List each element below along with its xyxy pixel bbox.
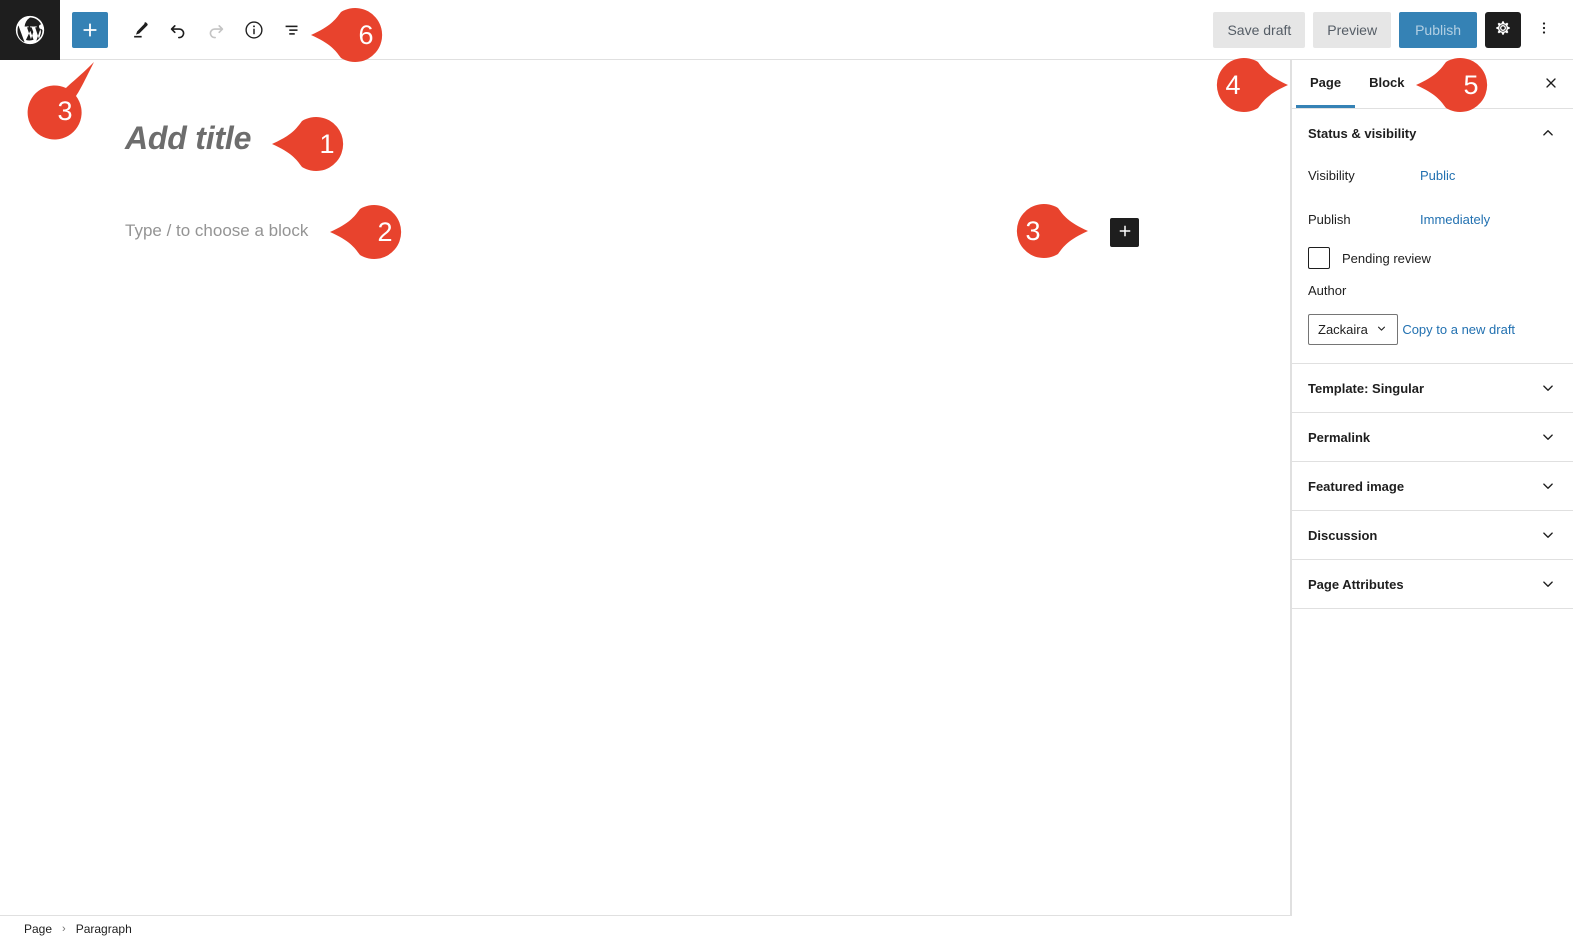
pending-review-checkbox[interactable] (1308, 247, 1330, 269)
publish-label: Publish (1308, 211, 1351, 227)
author-selected-value: Zackaira (1318, 322, 1368, 337)
chevron-down-icon (1539, 477, 1557, 495)
panel-featured-image-header[interactable]: Featured image (1292, 462, 1573, 510)
row-visibility: Visibility Public (1308, 157, 1557, 193)
tool-details[interactable] (236, 12, 272, 48)
panel-discussion-header[interactable]: Discussion (1292, 511, 1573, 559)
copy-to-new-draft-link[interactable]: Copy to a new draft (1402, 322, 1515, 337)
panel-discussion: Discussion (1292, 511, 1573, 560)
panel-title: Page Attributes (1308, 576, 1404, 592)
list-view-icon (281, 19, 303, 41)
panel-page-attributes-header[interactable]: Page Attributes (1292, 560, 1573, 608)
editor-toolbar-right: Save draft Preview Publish (1213, 11, 1573, 48)
publish-value-button[interactable]: Immediately (1420, 212, 1490, 227)
sidebar-close-button[interactable] (1529, 60, 1573, 108)
close-x-icon (1543, 75, 1559, 94)
more-options-button[interactable] (1529, 12, 1559, 48)
tool-redo[interactable] (198, 12, 234, 48)
editor-top-bar: Save draft Preview Publish (0, 0, 1573, 60)
publish-button[interactable]: Publish (1399, 11, 1477, 48)
inline-block-inserter[interactable] (1110, 218, 1139, 247)
tool-list-view[interactable] (274, 12, 310, 48)
pending-review-label[interactable]: Pending review (1342, 251, 1431, 266)
kebab-menu-icon (1535, 19, 1553, 40)
breadcrumb: Page › Paragraph (0, 916, 1573, 942)
panel-title: Permalink (1308, 429, 1371, 445)
chevron-down-icon (1375, 322, 1388, 338)
panel-title: Featured image (1308, 478, 1405, 494)
panel-permalink: Permalink (1292, 413, 1573, 462)
plus-icon (1116, 222, 1134, 243)
chevron-up-icon (1539, 124, 1557, 142)
breadcrumb-item-page[interactable]: Page (24, 922, 52, 936)
editor-toolbar-left (60, 11, 310, 48)
panel-template: Template: Singular (1292, 364, 1573, 413)
chevron-down-icon (1539, 575, 1557, 593)
wordpress-block-editor: Save draft Preview Publish Add title Typ… (0, 0, 1573, 942)
row-publish: Publish Immediately (1308, 201, 1557, 237)
chevron-down-icon (1539, 526, 1557, 544)
block-inserter-toggle[interactable] (72, 11, 108, 48)
settings-sidebar: Page Block Status & visibility Visibilit… (1291, 60, 1573, 916)
panel-title: Discussion (1308, 527, 1378, 543)
panel-status-visibility-body: Visibility Public Publish Immediately Pe… (1292, 157, 1573, 363)
panel-page-attributes: Page Attributes (1292, 560, 1573, 609)
redo-arrow-icon (205, 19, 227, 41)
tool-edit-mode[interactable] (122, 12, 158, 48)
panel-permalink-header[interactable]: Permalink (1292, 413, 1573, 461)
author-select[interactable]: Zackaira (1308, 314, 1398, 345)
panel-title: Status & visibility (1308, 125, 1417, 141)
chevron-down-icon (1539, 379, 1557, 397)
wordpress-logo-icon[interactable] (0, 0, 60, 60)
gear-icon (1493, 18, 1513, 41)
breadcrumb-separator: › (62, 923, 66, 935)
author-label: Author (1308, 283, 1347, 298)
breadcrumb-item-paragraph[interactable]: Paragraph (76, 922, 132, 936)
sidebar-tab-list: Page Block (1292, 60, 1573, 109)
undo-arrow-icon (167, 19, 189, 41)
sidebar-tab-page[interactable]: Page (1296, 60, 1356, 108)
editor-canvas: Add title Type / to choose a block (0, 60, 1291, 916)
chevron-down-icon (1539, 428, 1557, 446)
panel-status-visibility: Status & visibility Visibility Public Pu… (1292, 109, 1573, 364)
preview-button[interactable]: Preview (1313, 11, 1392, 48)
sidebar-tab-block[interactable]: Block (1355, 60, 1418, 108)
pencil-icon (129, 19, 151, 41)
post-title-input[interactable]: Add title (125, 122, 251, 154)
panel-title: Template: Singular (1308, 380, 1425, 396)
row-pending-review: Pending review (1308, 247, 1557, 269)
panel-template-header[interactable]: Template: Singular (1292, 364, 1573, 412)
info-circle-icon (243, 19, 265, 41)
visibility-value-button[interactable]: Public (1420, 168, 1455, 183)
visibility-label: Visibility (1308, 167, 1355, 183)
save-draft-button[interactable]: Save draft (1213, 11, 1306, 48)
paragraph-block-placeholder[interactable]: Type / to choose a block (125, 220, 308, 242)
tool-undo[interactable] (160, 12, 196, 48)
panel-featured-image: Featured image (1292, 462, 1573, 511)
settings-toggle-button[interactable] (1485, 11, 1521, 48)
plus-icon (79, 19, 101, 41)
panel-status-visibility-header[interactable]: Status & visibility (1292, 109, 1573, 157)
